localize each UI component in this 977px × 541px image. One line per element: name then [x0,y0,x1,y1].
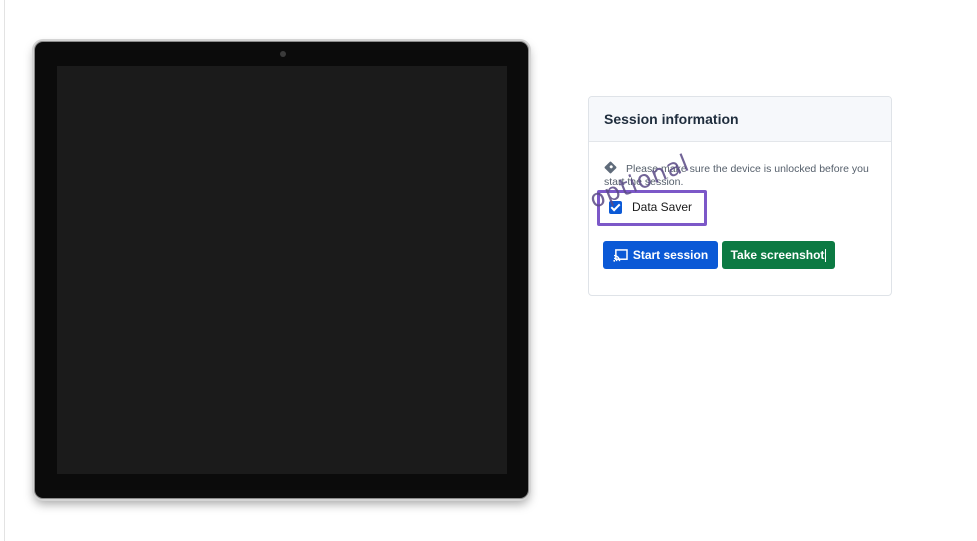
card-header: Session information [589,97,891,142]
camera-dot [280,51,286,57]
device-screen[interactable] [57,66,507,474]
take-screenshot-button[interactable]: Take screenshot [722,241,835,269]
card-title: Session information [604,111,739,127]
tablet-device-frame [34,41,529,499]
start-session-button[interactable]: Start session [603,241,718,269]
cast-icon [613,248,628,262]
text-caret [825,248,827,262]
start-session-label: Start session [632,248,709,262]
take-screenshot-label: Take screenshot [730,248,825,262]
